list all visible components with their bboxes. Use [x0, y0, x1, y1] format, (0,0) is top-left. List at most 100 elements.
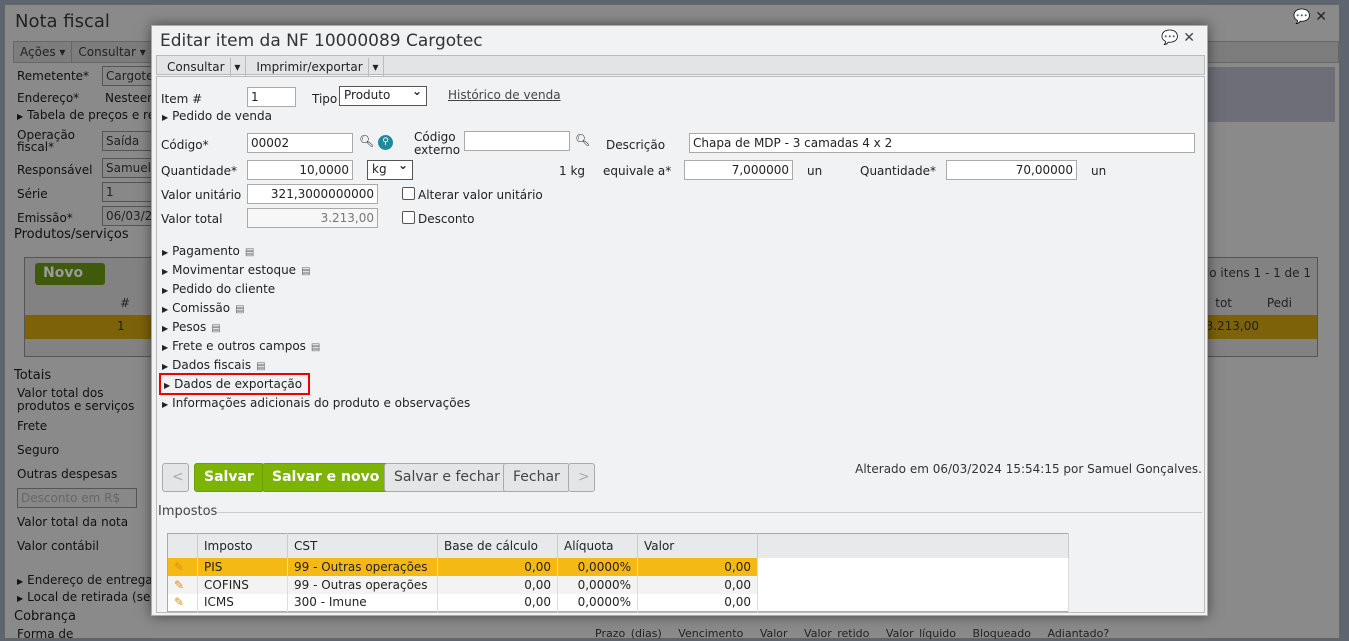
desconto-checkbox[interactable]: [402, 211, 415, 224]
label-emissao: Emissão*: [17, 211, 73, 225]
outras-despesas-label: Outras despesas: [17, 467, 118, 481]
th-filler: [757, 533, 1069, 558]
search-icon[interactable]: 🔍︎: [575, 133, 590, 147]
remetente-field[interactable]: Cargotec: [102, 66, 154, 86]
label-remetente: Remetente*: [17, 69, 90, 83]
serie-field[interactable]: 1: [102, 182, 154, 202]
th-edit: [167, 533, 198, 558]
pencil-icon[interactable]: ✎: [167, 593, 198, 612]
section-informacoes-adicionais[interactable]: ▶ Informações adicionais do produto e obs…: [162, 396, 470, 410]
grid-header-pedi[interactable]: Pedi: [1267, 296, 1292, 310]
comment-icon[interactable]: 💬: [1161, 30, 1178, 46]
equivale-unit: un: [807, 164, 823, 178]
fechar-button[interactable]: Fechar: [503, 463, 570, 492]
search-icon[interactable]: 🔍︎: [359, 134, 374, 148]
cobranca-headers: Prazo (dias) Vencimento Valor Valor reti…: [595, 627, 1109, 640]
codigo-externo-field[interactable]: [464, 131, 570, 151]
equivale-field[interactable]: 7,000000: [684, 160, 793, 180]
endereco-entrega[interactable]: ▶ Endereço de entrega/lo: [17, 573, 167, 587]
th-valor[interactable]: Valor: [637, 533, 758, 558]
desconto-select[interactable]: Desconto em R$: [17, 488, 137, 508]
th-base[interactable]: Base de cálculo: [437, 533, 558, 558]
valor-unitario-field[interactable]: 321,3000000000: [247, 184, 378, 204]
cell-aliquota: 0,0000%: [557, 575, 638, 594]
pencil-icon[interactable]: ✎: [167, 575, 198, 594]
cell-aliquota: 0,0000%: [557, 593, 638, 612]
pedido-venda-label: Pedido de venda: [172, 109, 272, 123]
th-cst[interactable]: CST: [287, 533, 438, 558]
menu-acoes[interactable]: Ações ▾: [14, 42, 73, 62]
next-button[interactable]: >: [568, 463, 595, 492]
section-pagamento[interactable]: ▶ Pagamento ▤: [162, 244, 254, 258]
unidade-select[interactable]: kg: [367, 158, 413, 180]
item-field[interactable]: 1: [247, 87, 296, 107]
alterar-valor-label: Alterar valor unitário: [418, 188, 543, 202]
pencil-icon[interactable]: ✎: [167, 557, 198, 576]
cobranca-h-bloqueado: Bloqueado: [972, 627, 1031, 640]
section-frete[interactable]: ▶ Frete e outros campos ▤: [162, 339, 320, 353]
codigo-field[interactable]: 00002: [247, 133, 353, 153]
section-movimentar-estoque[interactable]: ▶ Movimentar estoque ▤: [162, 263, 311, 277]
tabela-precos[interactable]: ▶ Tabela de preços e rep: [17, 108, 163, 122]
section-pesos[interactable]: ▶ Pesos ▤: [162, 320, 221, 334]
descricao-field[interactable]: Chapa de MDP - 3 camadas 4 x 2: [689, 133, 1195, 153]
close-icon[interactable]: ✕: [1183, 30, 1195, 46]
quantidade-field[interactable]: 10,0000: [247, 160, 353, 180]
section-comissao[interactable]: ▶ Comissão ▤: [162, 301, 245, 315]
novo-button[interactable]: Novo: [35, 263, 105, 285]
th-imposto[interactable]: Imposto: [197, 533, 288, 558]
section-label: Pedido do cliente: [172, 282, 276, 296]
cell-valor: 0,00: [637, 575, 758, 594]
cell-base: 0,00: [437, 593, 558, 612]
label-responsavel: Responsável: [17, 163, 93, 177]
table-row[interactable]: ✎ COFINS 99 - Outras operações 0,00 0,00…: [167, 575, 1069, 594]
grid-header-num[interactable]: #: [120, 296, 130, 310]
menu-consultar[interactable]: Consultar ▾: [157, 56, 247, 78]
codigo-externo-label: Código externo: [414, 130, 461, 157]
modal-title: Editar item da NF 10000089 Cargotec: [160, 31, 483, 51]
tipo-label: Tipo: [312, 92, 338, 106]
grid-header-tot[interactable]: tot: [1215, 296, 1232, 310]
section-dados-exportacao[interactable]: ▶ Dados de exportação: [159, 373, 311, 395]
table-row[interactable]: ✎ PIS 99 - Outras operações 0,00 0,0000%…: [167, 557, 1069, 576]
tipo-select[interactable]: Produto: [339, 84, 427, 106]
cobranca-h-liquido: Valor líquido: [885, 627, 956, 640]
alterado-info: Alterado em 06/03/2024 15:54:15 por Samu…: [855, 462, 1202, 476]
notes-icon: ▤: [244, 247, 255, 258]
cell-base: 0,00: [437, 557, 558, 576]
cobranca-h-retido: Valor retido: [804, 627, 870, 640]
salvar-button[interactable]: Salvar: [194, 463, 264, 492]
impostos-table: Imposto CST Base de cálculo Alíquota Val…: [167, 533, 1069, 612]
section-label: Informações adicionais do produto e obse…: [172, 396, 471, 410]
cobranca-h-vencimento: Vencimento: [678, 627, 744, 640]
section-label: Comissão: [172, 301, 231, 315]
notes-icon: ▤: [301, 266, 311, 277]
window-controls: 💬 ✕: [1293, 9, 1327, 25]
previous-button[interactable]: <: [162, 463, 189, 492]
historico-link[interactable]: Histórico de venda: [448, 88, 561, 102]
section-dados-fiscais[interactable]: ▶ Dados fiscais ▤: [162, 358, 266, 372]
menu-consultar[interactable]: Consultar ▾: [72, 42, 153, 62]
pedido-venda-toggle[interactable]: ▶ Pedido de venda: [162, 109, 272, 123]
operacao-select[interactable]: Saída: [102, 131, 154, 151]
notes-icon: ▤: [256, 361, 266, 372]
totais-section: Totais: [14, 368, 52, 383]
quantidade2-field[interactable]: 70,00000: [946, 160, 1077, 180]
section-pedido-cliente[interactable]: ▶ Pedido do cliente: [162, 282, 275, 296]
header-band: [1205, 67, 1335, 122]
local-retirada[interactable]: ▶ Local de retirada (se di: [17, 590, 165, 604]
lookup-icon[interactable]: ⚲: [378, 135, 393, 150]
emissao-field[interactable]: 06/03/24: [102, 206, 154, 226]
notes-icon: ▤: [235, 304, 245, 315]
section-label: Movimentar estoque: [172, 263, 297, 277]
table-row[interactable]: ✎ ICMS 300 - Imune 0,00 0,0000% 0,00: [167, 593, 1069, 612]
menu-consultar-label: Consultar: [162, 58, 231, 76]
alterar-valor-checkbox[interactable]: [402, 187, 415, 200]
label-endereco: Endereço*: [17, 91, 80, 105]
salvar-novo-button[interactable]: Salvar e novo: [262, 463, 390, 492]
menu-imprimir[interactable]: Imprimir/exportar ▾: [246, 56, 385, 78]
responsavel-field[interactable]: Samuel G: [102, 158, 154, 178]
th-aliquota[interactable]: Alíquota: [557, 533, 638, 558]
salvar-fechar-button[interactable]: Salvar e fechar: [384, 463, 510, 492]
window-title: Nota fiscal: [15, 11, 110, 32]
